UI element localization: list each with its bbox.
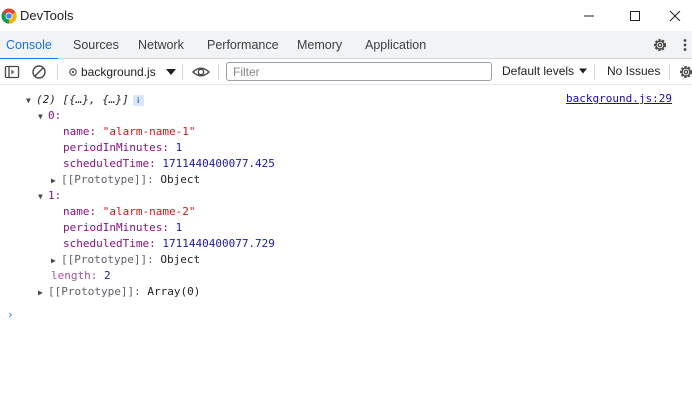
toolbar-divider <box>57 64 58 80</box>
prototype-row[interactable]: ▶ [[Prototype]]: Object <box>51 172 200 188</box>
prototype-row[interactable]: ▶ [[Prototype]]: Object <box>51 252 200 268</box>
toolbar-divider <box>594 64 595 80</box>
show-sidebar-icon[interactable] <box>3 63 21 81</box>
tab-sources[interactable]: Sources <box>73 31 119 59</box>
array-count: (2) <box>36 93 56 106</box>
property-row: name: "alarm-name-2" <box>63 204 195 220</box>
context-selector[interactable]: background.js <box>68 64 179 80</box>
more-options-icon[interactable] <box>680 36 690 54</box>
property-row: name: "alarm-name-1" <box>63 124 195 140</box>
minimize-button[interactable] <box>574 4 604 28</box>
toolbar-divider <box>669 64 670 80</box>
property-key: scheduledTime: <box>63 237 156 250</box>
toolbar-divider <box>218 64 219 80</box>
property-key: name: <box>63 125 97 138</box>
property-value: 1711440400077.729 <box>162 237 275 250</box>
prototype-value: Object <box>160 173 201 186</box>
collapsed-triangle-icon: ▶ <box>38 288 43 297</box>
array-summary-row[interactable]: ▼ (2) [{…}, {…}] i <box>26 92 144 108</box>
filter-input[interactable] <box>226 62 492 81</box>
property-key: scheduledTime: <box>63 157 156 170</box>
info-icon[interactable]: i <box>132 94 144 106</box>
console-prompt[interactable]: › <box>7 308 14 321</box>
dropdown-arrow-icon <box>579 68 588 74</box>
chrome-logo-icon <box>1 8 17 24</box>
property-key: periodInMinutes: <box>63 141 169 154</box>
array-item-row[interactable]: ▼ 1: <box>38 188 61 204</box>
gear-icon <box>69 68 77 76</box>
property-row: scheduledTime: 1711440400077.729 <box>63 236 275 252</box>
log-levels-label: Default levels <box>502 64 575 78</box>
window-title: DevTools <box>20 8 74 23</box>
close-icon <box>669 10 681 22</box>
length-key: length: <box>51 269 98 282</box>
property-key: name: <box>63 205 97 218</box>
prototype-value: Object <box>160 253 201 266</box>
minimize-icon <box>584 15 594 17</box>
tab-network[interactable]: Network <box>138 31 184 59</box>
context-label: background.js <box>81 65 156 79</box>
property-row: scheduledTime: 1711440400077.425 <box>63 156 275 172</box>
prototype-key: [[Prototype]]: <box>48 285 141 298</box>
prototype-value: Array(0) <box>147 285 201 298</box>
eye-icon[interactable] <box>191 63 211 81</box>
item-index: 1: <box>48 189 62 202</box>
collapsed-triangle-icon: ▶ <box>51 176 56 185</box>
prototype-key: [[Prototype]]: <box>61 173 154 186</box>
property-value: 1 <box>175 141 183 154</box>
length-row: length: 2 <box>51 268 111 284</box>
close-button[interactable] <box>660 4 690 28</box>
property-value: 1 <box>175 221 183 234</box>
source-link[interactable]: background.js:29 <box>566 92 672 105</box>
dropdown-arrow-icon <box>165 69 176 75</box>
array-prototype-row[interactable]: ▶ [[Prototype]]: Array(0) <box>38 284 200 300</box>
issues-counter[interactable]: No Issues <box>607 64 660 78</box>
prototype-key: [[Prototype]]: <box>61 253 154 266</box>
maximize-icon <box>630 11 640 21</box>
array-preview: [{…}, {…}] <box>62 93 129 106</box>
clear-console-icon[interactable] <box>30 63 48 81</box>
property-key: periodInMinutes: <box>63 221 169 234</box>
tab-application[interactable]: Application <box>365 31 426 59</box>
expanded-triangle-icon: ▼ <box>38 112 43 121</box>
array-item-row[interactable]: ▼ 0: <box>38 108 61 124</box>
maximize-button[interactable] <box>620 4 650 28</box>
property-value: "alarm-name-1" <box>102 125 196 138</box>
console-toolbar: background.js Default levels No Issues <box>0 59 692 85</box>
item-index: 0: <box>48 109 62 122</box>
property-value: "alarm-name-2" <box>102 205 196 218</box>
settings-gear-icon[interactable] <box>651 36 669 54</box>
collapsed-triangle-icon: ▶ <box>51 256 56 265</box>
tab-memory[interactable]: Memory <box>297 31 342 59</box>
console-output: background.js:29 ▼ (2) [{…}, {…}] i ▼ 0: na… <box>0 86 692 405</box>
property-value: 1711440400077.425 <box>162 157 275 170</box>
property-row: periodInMinutes: 1 <box>63 140 182 156</box>
tab-performance[interactable]: Performance <box>207 31 279 59</box>
devtools-tab-strip: Console Sources Network Performance Memo… <box>0 31 692 60</box>
title-bar: DevTools <box>0 0 692 31</box>
log-levels-dropdown[interactable]: Default levels <box>502 64 588 78</box>
toolbar-divider <box>182 64 183 80</box>
tab-console[interactable]: Console <box>0 31 58 60</box>
console-settings-gear-icon[interactable] <box>677 63 692 81</box>
property-row: periodInMinutes: 1 <box>63 220 182 236</box>
expanded-triangle-icon: ▼ <box>26 96 31 105</box>
length-value: 2 <box>103 269 111 282</box>
expanded-triangle-icon: ▼ <box>38 192 43 201</box>
